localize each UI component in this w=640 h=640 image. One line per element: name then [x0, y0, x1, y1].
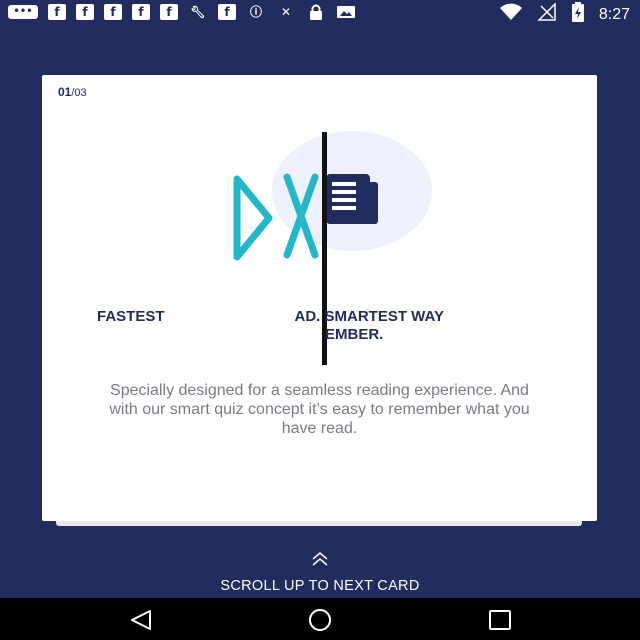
facebook-icon: f: [160, 3, 178, 20]
status-time: 8:27: [598, 5, 630, 23]
counter-total: /03: [71, 87, 87, 99]
card-headline: FASTEST AD. SMARTEST WAY EMBER.: [97, 308, 557, 344]
card-description: Specially designed for a seamless readin…: [109, 382, 530, 437]
scroll-hint-label: SCROLL UP TO NEXT CARD: [220, 578, 420, 594]
info-icon: ⓘ: [249, 5, 262, 19]
status-bar: ••• f f f f f 🔧︎ f ⓘ ✕ 8:27: [0, 0, 640, 24]
facebook-icon: f: [218, 3, 236, 20]
back-icon[interactable]: [128, 608, 154, 632]
signal-icon: [537, 2, 557, 26]
notification-icons: ••• f f f f f 🔧︎ f ⓘ ✕: [8, 3, 356, 20]
counter-current: 01: [58, 85, 72, 99]
home-icon[interactable]: [305, 608, 335, 632]
document-icon: [326, 174, 378, 224]
facebook-icon: f: [76, 3, 94, 20]
app-logo-icon: [233, 173, 319, 261]
headline-right: AD. SMARTEST WAY: [294, 308, 444, 325]
no-sim-icon: ✕: [280, 4, 292, 19]
message-icon: •••: [8, 4, 38, 19]
onboarding-card[interactable]: 01/03 FASTEST AD. SMARTEST WAY EMBER. Spe…: [42, 75, 597, 521]
system-icons: 8:27: [499, 2, 630, 27]
card-counter: 01/03: [58, 85, 87, 99]
lock-icon: [306, 3, 326, 20]
scroll-hint[interactable]: SCROLL UP TO NEXT CARD: [0, 551, 640, 594]
facebook-icon: f: [48, 3, 66, 20]
headline-left: FASTEST: [97, 308, 165, 325]
double-chevron-up-icon: [312, 552, 328, 566]
headline-line2: EMBER.: [325, 326, 384, 343]
wifi-icon: [499, 3, 523, 26]
navigation-bar: [0, 598, 640, 640]
battery-icon: [571, 2, 585, 27]
wrench-icon: 🔧︎: [190, 4, 206, 19]
image-icon: [336, 3, 356, 20]
facebook-icon: f: [104, 3, 122, 20]
facebook-icon: f: [132, 3, 150, 20]
recents-icon[interactable]: [487, 608, 513, 632]
